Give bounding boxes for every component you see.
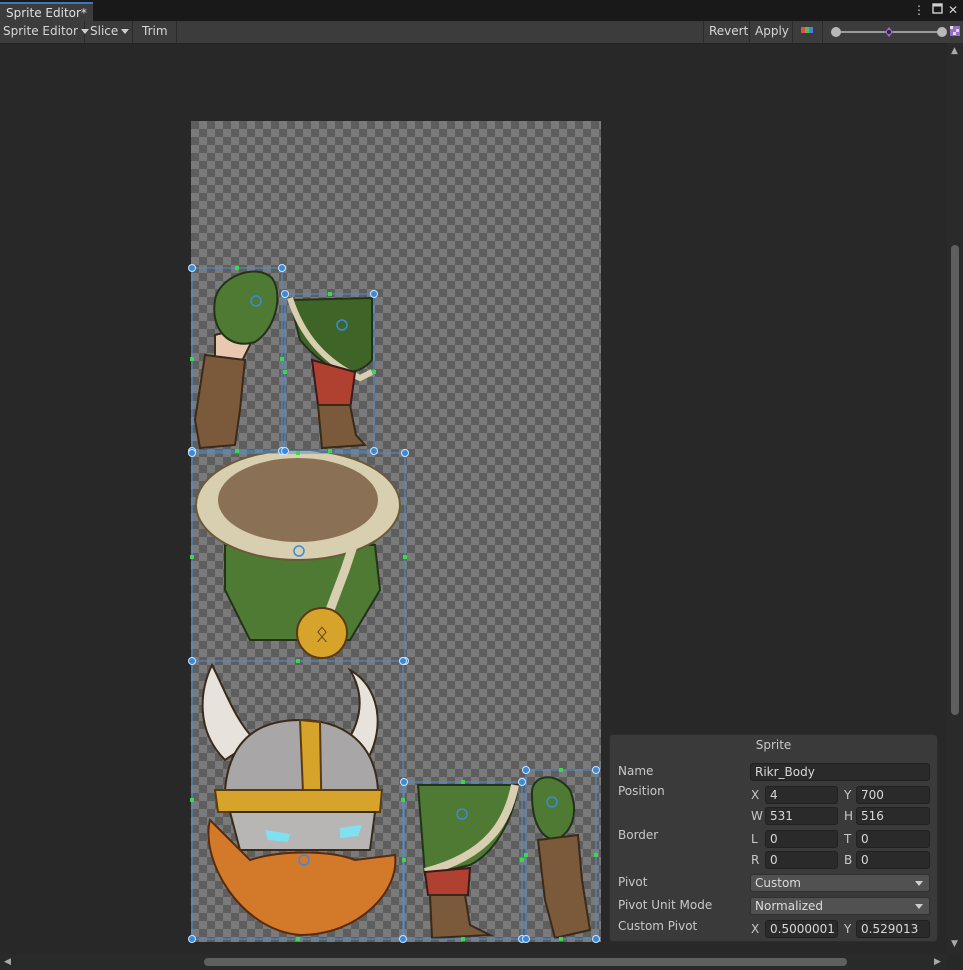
sprite-leg2-artwork: [416, 784, 520, 940]
border-r-field[interactable]: 0: [765, 851, 838, 869]
scroll-left-icon[interactable]: ◀: [4, 958, 11, 967]
position-y-label: Y: [844, 788, 852, 802]
scroll-down-icon[interactable]: ▼: [951, 940, 958, 949]
border-label: Border: [618, 828, 659, 842]
position-y-field[interactable]: 700: [856, 786, 930, 804]
position-label: Position: [618, 784, 665, 798]
sprite-arm2-artwork: [530, 776, 592, 940]
panel-title: Sprite: [755, 738, 792, 752]
border-l-label: L: [751, 832, 758, 846]
border-t-label: T: [844, 832, 852, 846]
chevron-down-icon: [915, 881, 923, 886]
vertical-scroll-thumb[interactable]: [951, 245, 959, 715]
position-x-field[interactable]: 4: [765, 786, 838, 804]
custom-pivot-y-label: Y: [844, 922, 852, 936]
pivot-unit-label: Pivot Unit Mode: [618, 898, 713, 912]
position-h-field[interactable]: 516: [856, 807, 930, 825]
custom-pivot-label: Custom Pivot: [618, 919, 698, 933]
vertical-scrollbar[interactable]: ▲ ▼: [947, 43, 963, 954]
scroll-right-icon[interactable]: ▶: [934, 958, 941, 967]
name-label: Name: [618, 764, 654, 778]
sprite-arm-artwork: [193, 270, 279, 450]
custom-pivot-y-field[interactable]: 0.529013: [856, 920, 930, 938]
sprite-body-artwork: ᛟ: [195, 449, 401, 659]
horizontal-scroll-thumb[interactable]: [204, 958, 847, 966]
chevron-down-icon: [915, 904, 923, 909]
border-b-label: B: [844, 853, 853, 867]
pivot-unit-value: Normalized: [755, 899, 824, 913]
border-b-field[interactable]: 0: [856, 851, 930, 869]
sprite-head-artwork: [201, 662, 397, 937]
pivot-unit-dropdown[interactable]: Normalized: [750, 897, 930, 915]
border-t-field[interactable]: 0: [856, 830, 930, 848]
position-x-label: X: [751, 788, 760, 802]
custom-pivot-x-label: X: [751, 922, 760, 936]
pivot-value: Custom: [755, 876, 801, 890]
sprite-leg-artwork: [287, 296, 374, 450]
position-w-field[interactable]: 531: [765, 807, 838, 825]
pivot-label: Pivot: [618, 875, 648, 889]
border-l-field[interactable]: 0: [765, 830, 838, 848]
horizontal-scrollbar[interactable]: ◀ ▶: [0, 954, 947, 970]
position-h-label: H: [844, 809, 854, 823]
custom-pivot-x-field[interactable]: 0.5000001: [765, 920, 838, 938]
position-w-label: W: [751, 809, 763, 823]
pivot-dropdown[interactable]: Custom: [750, 874, 930, 892]
rune-glyph: ᛟ: [315, 622, 328, 647]
sprite-inspector-panel: Sprite Name Rikr_Body Position X 4 Y 700…: [609, 734, 938, 942]
scroll-up-icon[interactable]: ▲: [951, 47, 958, 56]
name-field[interactable]: Rikr_Body: [750, 763, 930, 781]
border-r-label: R: [751, 853, 760, 867]
